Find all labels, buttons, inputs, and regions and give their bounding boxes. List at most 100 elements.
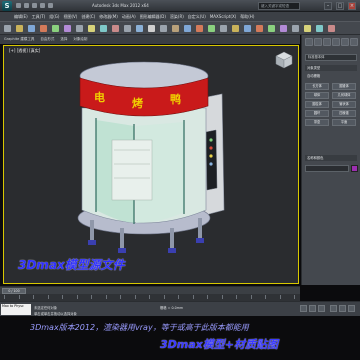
toolbar-tool-icon[interactable]: [244, 25, 251, 32]
zoom-icon[interactable]: [330, 305, 337, 312]
ribbon-tab[interactable]: 选择: [60, 37, 67, 42]
time-slider[interactable]: 0 / 100: [0, 286, 300, 294]
toolbar-tool-icon[interactable]: [16, 25, 23, 32]
toolbar-tool-icon[interactable]: [160, 25, 167, 32]
toolbar-tool-icon[interactable]: [232, 25, 239, 32]
toolbar-tool-icon[interactable]: [52, 25, 59, 32]
toolbar-tool-icon[interactable]: [280, 25, 287, 32]
toolbar-tool-icon[interactable]: [124, 25, 131, 32]
toolbar-tool-icon[interactable]: [328, 25, 335, 32]
toolbar-tool-icon[interactable]: [40, 25, 47, 32]
maximize-button[interactable]: □: [336, 2, 344, 10]
track-bar[interactable]: [0, 294, 300, 301]
object-type-button[interactable]: 几何球体: [332, 92, 356, 99]
oven-model[interactable]: 电 烤 鸭: [74, 60, 244, 255]
trackbar-tick: [221, 295, 223, 299]
trackbar-tick: [105, 295, 107, 299]
toolbar-tool-icon[interactable]: [184, 25, 191, 32]
motion-tab-icon[interactable]: [332, 38, 340, 46]
toolbar-tool-icon[interactable]: [196, 25, 203, 32]
toolbar-tool-icon[interactable]: [148, 25, 155, 32]
selection-status: 未选定任何对象: [34, 306, 58, 310]
menu-item[interactable]: 图形编辑器(D): [140, 14, 166, 20]
toolbar-tool-icon[interactable]: [208, 25, 215, 32]
pan-icon[interactable]: [339, 305, 346, 312]
menu-item[interactable]: 动画(A): [122, 14, 136, 20]
menu-item[interactable]: 创建(C): [81, 14, 95, 20]
trackbar-tick: [250, 295, 252, 299]
object-type-button[interactable]: 四棱锥: [332, 110, 356, 117]
menu-item[interactable]: 编辑(E): [14, 14, 28, 20]
ribbon-tab[interactable]: 自由形式: [40, 37, 54, 42]
object-type-button[interactable]: 圆环: [305, 110, 329, 117]
grid-status: 栅格 = 0.0mm: [160, 306, 184, 310]
primitive-type-dropdown[interactable]: 标准基本体: [305, 54, 357, 61]
trackbar-tick: [178, 295, 179, 299]
toolbar-tool-icon[interactable]: [112, 25, 119, 32]
create-tab-icon[interactable]: [305, 38, 313, 46]
maxscript-listener[interactable]: Max to Physc: [1, 304, 31, 315]
auto-grid-checkbox[interactable]: 自动栅格: [305, 73, 357, 79]
toolbar-tool-icon[interactable]: [256, 25, 263, 32]
orbit-icon[interactable]: [348, 305, 355, 312]
toolbar-tool-icon[interactable]: [100, 25, 107, 32]
undo-icon[interactable]: [40, 3, 45, 8]
object-type-button[interactable]: 长方体: [305, 83, 329, 90]
object-type-button[interactable]: 茶壶: [305, 119, 329, 126]
menu-item[interactable]: 组(G): [49, 14, 59, 20]
modify-tab-icon[interactable]: [314, 38, 322, 46]
menu-item[interactable]: 渲染(R): [170, 14, 184, 20]
search-input[interactable]: 键入关键字或短语: [258, 2, 300, 10]
svg-text:烤: 烤: [132, 96, 143, 110]
viewcube-icon[interactable]: [274, 50, 294, 70]
open-file-icon[interactable]: [24, 3, 29, 8]
object-type-button[interactable]: 管状体: [332, 101, 356, 108]
app-logo-icon[interactable]: S: [2, 1, 12, 11]
menu-item[interactable]: 修改器(M): [99, 14, 118, 20]
object-name-input[interactable]: [305, 165, 349, 172]
object-type-rollout[interactable]: 对象类型: [305, 65, 357, 71]
object-type-button[interactable]: 球体: [305, 92, 329, 99]
toolbar-tool-icon[interactable]: [268, 25, 275, 32]
toolbar-tool-icon[interactable]: [64, 25, 71, 32]
utilities-tab-icon[interactable]: [350, 38, 358, 46]
toolbar-tool-icon[interactable]: [88, 25, 95, 32]
version-note: 3Dmax版本2012，渲染器用vray，等于或高于此版本都能用: [30, 323, 249, 332]
object-type-button[interactable]: 平面: [332, 119, 356, 126]
hierarchy-tab-icon[interactable]: [323, 38, 331, 46]
save-file-icon[interactable]: [32, 3, 37, 8]
menu-item[interactable]: 工具(T): [32, 14, 46, 20]
object-color-swatch[interactable]: [351, 165, 358, 172]
toolbar-tool-icon[interactable]: [304, 25, 311, 32]
menu-item[interactable]: 视图(V): [63, 14, 77, 20]
toolbar-tool-icon[interactable]: [172, 25, 179, 32]
toolbar-tool-icon[interactable]: [4, 25, 11, 32]
object-type-button[interactable]: 圆柱体: [305, 101, 329, 108]
menu-item[interactable]: 帮助(H): [240, 14, 254, 20]
menu-item[interactable]: 自定义(U): [188, 14, 206, 20]
app-title: Autodesk 3ds Max 2012 x64: [92, 3, 149, 8]
perspective-viewport[interactable]: [+] [透视] [真实] 电 烤 鸭 3Dmax模型源文件: [3, 45, 299, 284]
toolbar-tool-icon[interactable]: [136, 25, 143, 32]
toolbar-tool-icon[interactable]: [220, 25, 227, 32]
minimize-button[interactable]: –: [324, 2, 332, 10]
go-to-start-icon[interactable]: [300, 305, 307, 312]
viewport-label[interactable]: [+] [透视] [真实]: [9, 48, 40, 54]
go-to-end-icon[interactable]: [318, 305, 325, 312]
ribbon-tab[interactable]: 对象绘制: [73, 37, 87, 42]
oven-sign-text: 电: [94, 90, 105, 104]
trackbar-tick: [163, 295, 165, 299]
toolbar-tool-icon[interactable]: [28, 25, 35, 32]
toolbar-tool-icon[interactable]: [76, 25, 83, 32]
name-color-rollout[interactable]: 名称和颜色: [305, 155, 357, 161]
object-type-button[interactable]: 圆锥体: [332, 83, 356, 90]
toolbar-tool-icon[interactable]: [292, 25, 299, 32]
redo-icon[interactable]: [48, 3, 53, 8]
close-button[interactable]: ×: [348, 2, 356, 10]
ribbon-tab[interactable]: Graphite 建模工具: [4, 37, 34, 42]
display-tab-icon[interactable]: [341, 38, 349, 46]
toolbar-tool-icon[interactable]: [316, 25, 323, 32]
new-file-icon[interactable]: [16, 3, 21, 8]
play-icon[interactable]: [309, 305, 316, 312]
menu-item[interactable]: MAXScript(X): [210, 14, 236, 19]
